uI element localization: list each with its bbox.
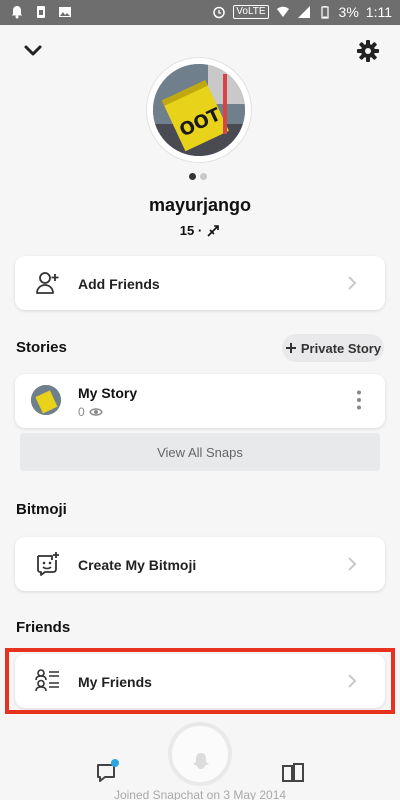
private-story-button[interactable]: Private Story (282, 334, 384, 362)
image-icon (59, 7, 71, 17)
kebab-icon[interactable] (357, 390, 361, 410)
add-friends-row[interactable]: Add Friends (15, 256, 385, 310)
highlight-box (5, 648, 395, 714)
discover-icon[interactable] (282, 762, 304, 784)
stories-title: Stories (16, 339, 67, 356)
joined-date: Joined Snapchat on 3 May 2014 (113, 788, 287, 800)
username: mayurjango (148, 195, 252, 215)
chevron-right-icon (348, 276, 357, 290)
page-dot-active (189, 173, 196, 180)
page-dot (200, 173, 207, 180)
my-story-thumbnail (31, 385, 61, 415)
chat-notification-badge (111, 759, 119, 767)
plus-icon (285, 343, 296, 353)
create-bitmoji-label: Create My Bitmoji (78, 557, 197, 573)
status-bar: VoLTE 3% 1:11 (0, 0, 400, 25)
profile-page-indicator (189, 173, 207, 180)
add-friends-label: Add Friends (78, 276, 160, 292)
add-friend-icon (36, 272, 59, 294)
eye-icon (88, 408, 103, 416)
avatar-photo: OOT (153, 64, 245, 156)
notification-bell-icon (12, 6, 22, 19)
my-story-views: 0 (78, 405, 103, 419)
my-story-view-count: 0 (78, 405, 85, 419)
wifi-icon (276, 6, 289, 17)
snap-score[interactable]: 15 · (0, 223, 400, 238)
battery-percent: 3% (338, 4, 359, 20)
gear-icon[interactable] (356, 39, 380, 63)
clock: 1:11 (365, 4, 392, 20)
my-story-row[interactable]: My Story 0 (15, 374, 385, 428)
volte-badge: VoLTE (233, 5, 269, 19)
profile-snapcode[interactable]: OOT (147, 58, 251, 162)
snap-score-value: 15 · (179, 223, 203, 238)
avatar: OOT (153, 64, 245, 156)
alarm-icon (213, 6, 226, 19)
battery-icon (320, 6, 329, 19)
private-story-label: Private Story (300, 340, 382, 356)
bitmoji-title: Bitmoji (16, 501, 67, 518)
chevron-down-icon[interactable] (22, 40, 44, 62)
sim-icon (37, 6, 45, 18)
signal-icon (297, 6, 310, 18)
zodiac-icon (207, 224, 220, 237)
chevron-right-icon (348, 557, 357, 571)
create-bitmoji-row[interactable]: Create My Bitmoji (15, 537, 385, 591)
bitmoji-icon (37, 552, 59, 576)
ghost-icon (193, 753, 209, 769)
my-story-title: My Story (78, 385, 138, 401)
view-all-snaps-button[interactable]: View All Snaps (20, 433, 380, 471)
friends-title: Friends (16, 619, 71, 636)
